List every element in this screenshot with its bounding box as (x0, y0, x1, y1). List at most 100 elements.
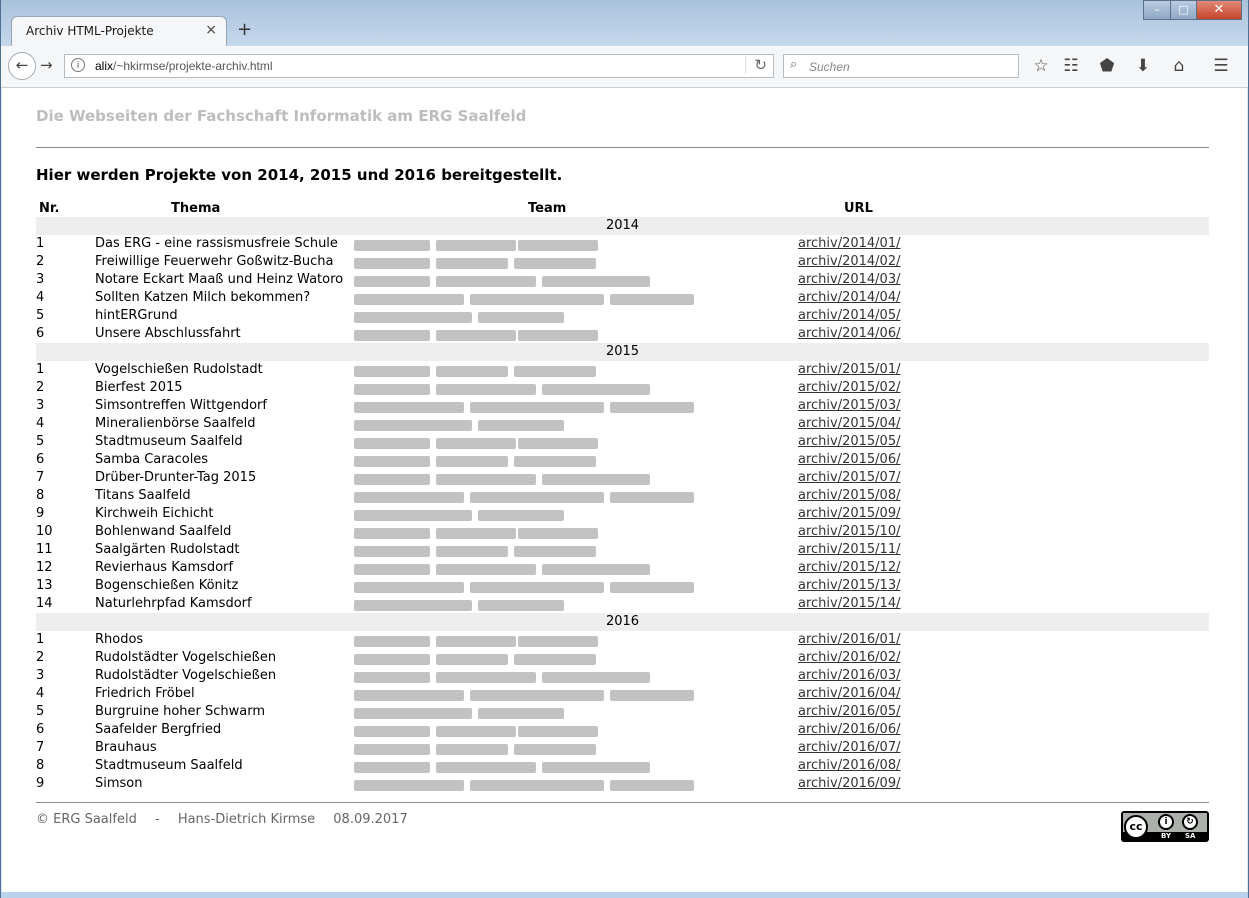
footer-copyright: © ERG Saalfeld (36, 812, 137, 827)
redacted-name-block (354, 708, 472, 719)
row-archive-link[interactable]: archiv/2015/02/ (798, 379, 900, 397)
row-archive-link[interactable]: archiv/2015/12/ (798, 559, 900, 577)
table-row: 10 Bohlenwand Saalfeld archiv/2015/10/ (36, 523, 1209, 541)
row-team-redacted (354, 523, 784, 541)
redacted-name-block (354, 438, 430, 449)
page-heading: Hier werden Projekte von 2014, 2015 und … (36, 166, 563, 184)
redacted-name-block (518, 726, 598, 737)
footer-author: Hans-Dietrich Kirmse (177, 812, 316, 827)
row-archive-link[interactable]: archiv/2014/04/ (798, 289, 900, 307)
maximize-button[interactable]: □ (1170, 0, 1197, 20)
row-archive-link[interactable]: archiv/2014/03/ (798, 271, 900, 289)
row-archive-link[interactable]: archiv/2014/05/ (798, 307, 900, 325)
redacted-name-block (354, 636, 430, 647)
redacted-name-block (354, 546, 430, 557)
table-row: 4 Friedrich Fröbel archiv/2016/04/ (36, 685, 1209, 703)
bookmark-star-icon[interactable]: ☆ (1030, 56, 1052, 76)
row-archive-link[interactable]: archiv/2015/13/ (798, 577, 900, 595)
row-archive-link[interactable]: archiv/2016/07/ (798, 739, 900, 757)
search-input[interactable]: Suchen (809, 60, 850, 74)
row-number: 8 (36, 758, 45, 773)
redacted-name-block (518, 636, 598, 647)
row-archive-link[interactable]: archiv/2015/01/ (798, 361, 900, 379)
row-archive-link[interactable]: archiv/2015/14/ (798, 595, 900, 613)
forward-arrow-icon[interactable]: → (40, 56, 53, 74)
back-arrow-icon[interactable]: ← (8, 52, 36, 80)
close-tab-icon[interactable]: × (205, 22, 217, 38)
row-archive-link[interactable]: archiv/2015/08/ (798, 487, 900, 505)
reload-icon[interactable]: ↻ (745, 56, 767, 74)
reader-view-icon[interactable]: ☷ (1060, 56, 1082, 76)
menu-icon[interactable]: ☰ (1210, 56, 1232, 76)
row-team-redacted (354, 685, 784, 703)
row-archive-link[interactable]: archiv/2016/06/ (798, 721, 900, 739)
row-archive-link[interactable]: archiv/2015/03/ (798, 397, 900, 415)
row-archive-link[interactable]: archiv/2015/06/ (798, 451, 900, 469)
row-archive-link[interactable]: archiv/2016/08/ (798, 757, 900, 775)
row-number: 1 (36, 362, 45, 377)
minimize-button[interactable]: – (1143, 0, 1171, 20)
row-topic: Vogelschießen Rudolstadt (95, 362, 263, 377)
redacted-name-block (478, 600, 564, 611)
page-viewport: Die Webseiten der Fachschaft Informatik … (2, 88, 1247, 892)
row-topic: Kirchweih Eichicht (95, 506, 214, 521)
column-header-url: URL (844, 201, 873, 216)
close-window-button[interactable]: ✕ (1196, 0, 1242, 20)
row-topic: Saafelder Bergfried (95, 722, 222, 737)
url-bar[interactable]: i alix/~hkirmse/projekte-archiv.html ↻ (64, 54, 774, 78)
table-row: 2 Bierfest 2015 archiv/2015/02/ (36, 379, 1209, 397)
row-number: 13 (36, 578, 53, 593)
row-archive-link[interactable]: archiv/2015/07/ (798, 469, 900, 487)
row-archive-link[interactable]: archiv/2015/04/ (798, 415, 900, 433)
redacted-name-block (514, 744, 596, 755)
row-archive-link[interactable]: archiv/2016/03/ (798, 667, 900, 685)
row-topic: Stadtmuseum Saalfeld (95, 434, 243, 449)
footer: © ERG Saalfeld - Hans-Dietrich Kirmse 08… (36, 812, 422, 827)
row-archive-link[interactable]: archiv/2015/05/ (798, 433, 900, 451)
redacted-name-block (354, 726, 430, 737)
pocket-icon[interactable]: ⬟ (1096, 56, 1118, 76)
table-row: 11 Saalgärten Rudolstadt archiv/2015/11/ (36, 541, 1209, 559)
row-archive-link[interactable]: archiv/2016/01/ (798, 631, 900, 649)
table-row: 1 Das ERG - eine rassismusfreie Schule arc… (36, 235, 1209, 253)
row-archive-link[interactable]: archiv/2016/04/ (798, 685, 900, 703)
cc-license-badge[interactable]: cc i ↻ BY SA (1121, 811, 1209, 842)
home-icon[interactable]: ⌂ (1168, 56, 1190, 76)
table-row: 7 Brauhaus archiv/2016/07/ (36, 739, 1209, 757)
row-archive-link[interactable]: archiv/2016/02/ (798, 649, 900, 667)
url-text[interactable]: alix/~hkirmse/projekte-archiv.html (95, 59, 273, 73)
redacted-name-block (470, 780, 604, 791)
redacted-name-block (354, 240, 430, 251)
top-divider (36, 147, 1209, 148)
row-archive-link[interactable]: archiv/2015/10/ (798, 523, 900, 541)
row-topic: Burgruine hoher Schwarm (95, 704, 266, 719)
row-topic: Das ERG - eine rassismusfreie Schule (95, 236, 338, 251)
row-team-redacted (354, 433, 784, 451)
redacted-name-block (436, 744, 508, 755)
row-team-redacted (354, 667, 784, 685)
tab-archiv[interactable]: Archiv HTML-Projekte × (11, 16, 227, 46)
row-archive-link[interactable]: archiv/2015/11/ (798, 541, 900, 559)
row-archive-link[interactable]: archiv/2015/09/ (798, 505, 900, 523)
redacted-name-block (354, 654, 430, 665)
row-archive-link[interactable]: archiv/2014/06/ (798, 325, 900, 343)
new-tab-icon[interactable]: + (237, 19, 252, 40)
row-archive-link[interactable]: archiv/2016/09/ (798, 775, 900, 793)
search-bar[interactable]: ⌕ Suchen (783, 54, 1019, 78)
column-header-team: Team (528, 201, 567, 216)
footer-date: 08.09.2017 (333, 812, 408, 827)
year-header-row: 2014 (36, 217, 1209, 235)
url-path: /~hkirmse/projekte-archiv.html (113, 59, 273, 73)
row-topic: Friedrich Fröbel (95, 686, 195, 701)
redacted-name-block (470, 492, 604, 503)
row-archive-link[interactable]: archiv/2016/05/ (798, 703, 900, 721)
row-team-redacted (354, 235, 784, 253)
row-number: 5 (36, 434, 45, 449)
row-team-redacted (354, 289, 784, 307)
site-info-icon[interactable]: i (71, 58, 85, 72)
row-archive-link[interactable]: archiv/2014/02/ (798, 253, 900, 271)
table-row: 6 Unsere Abschlussfahrt archiv/2014/06/ (36, 325, 1209, 343)
table-row: 6 Samba Caracoles archiv/2015/06/ (36, 451, 1209, 469)
row-archive-link[interactable]: archiv/2014/01/ (798, 235, 900, 253)
downloads-icon[interactable]: ⬇ (1132, 56, 1154, 76)
